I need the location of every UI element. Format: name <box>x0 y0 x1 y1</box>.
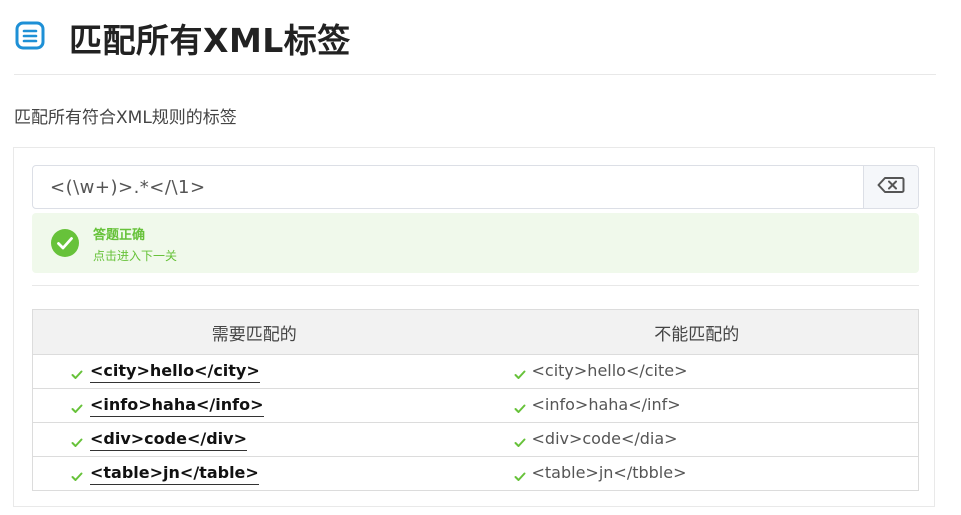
nomatch-cell: <info>haha</inf> <box>476 389 919 422</box>
clear-button[interactable] <box>863 166 918 208</box>
alert-title: 答题正确 <box>93 228 146 243</box>
next-level-link[interactable]: 点击进入下一关 <box>93 247 177 264</box>
table-header: 需要匹配的 不能匹配的 <box>33 310 918 354</box>
match-example: <table>jn</table> <box>90 463 259 485</box>
regex-input-group <box>32 165 919 209</box>
match-cell: <info>haha</info> <box>33 389 476 422</box>
nomatch-cell: <city>hello</cite> <box>476 355 919 388</box>
backspace-icon <box>877 176 905 198</box>
list-document-icon <box>14 19 46 51</box>
nomatch-example: <div>code</dia> <box>531 429 678 448</box>
column-header-should-not-match: 不能匹配的 <box>654 324 740 345</box>
match-example: <div>code</div> <box>90 429 247 451</box>
success-alert[interactable]: 答题正确 点击进入下一关 <box>32 213 919 273</box>
match-example: <info>haha</info> <box>90 395 264 417</box>
checkmark-icon <box>514 365 526 379</box>
checkmark-icon <box>514 433 526 447</box>
table-row: <table>jn</table> <table>jn</tbble> <box>33 456 918 490</box>
checkmark-icon <box>71 467 83 481</box>
nomatch-example: <table>jn</tbble> <box>531 463 687 482</box>
checkmark-icon <box>71 433 83 447</box>
page-title: 匹配所有XML标签 <box>69 21 351 60</box>
regex-input[interactable] <box>33 166 865 208</box>
match-cell: <table>jn</table> <box>33 457 476 490</box>
table-row: <city>hello</city> <city>hello</cite> <box>33 354 918 388</box>
challenge-description: 匹配所有符合XML规则的标签 <box>14 108 237 128</box>
nomatch-cell: <div>code</dia> <box>476 423 919 456</box>
nomatch-example: <info>haha</inf> <box>531 395 681 414</box>
checkmark-icon <box>514 467 526 481</box>
table-row: <info>haha</info> <info>haha</inf> <box>33 388 918 422</box>
nomatch-cell: <table>jn</tbble> <box>476 457 919 490</box>
divider <box>32 285 919 286</box>
column-header-should-match: 需要匹配的 <box>211 324 297 345</box>
match-cell: <div>code</div> <box>33 423 476 456</box>
match-cell: <city>hello</city> <box>33 355 476 388</box>
checkmark-icon <box>514 399 526 413</box>
check-circle-icon <box>51 229 79 257</box>
match-example: <city>hello</city> <box>90 361 260 383</box>
page-header: 匹配所有XML标签 <box>14 8 936 75</box>
table-row: <div>code</div> <div>code</dia> <box>33 422 918 456</box>
checkmark-icon <box>71 399 83 413</box>
checkmark-icon <box>71 365 83 379</box>
challenge-panel: 答题正确 点击进入下一关 需要匹配的 不能匹配的 <city>hello</ci… <box>13 147 935 507</box>
test-cases-table: 需要匹配的 不能匹配的 <city>hello</city> <city>hel… <box>32 309 919 491</box>
nomatch-example: <city>hello</cite> <box>531 361 688 380</box>
